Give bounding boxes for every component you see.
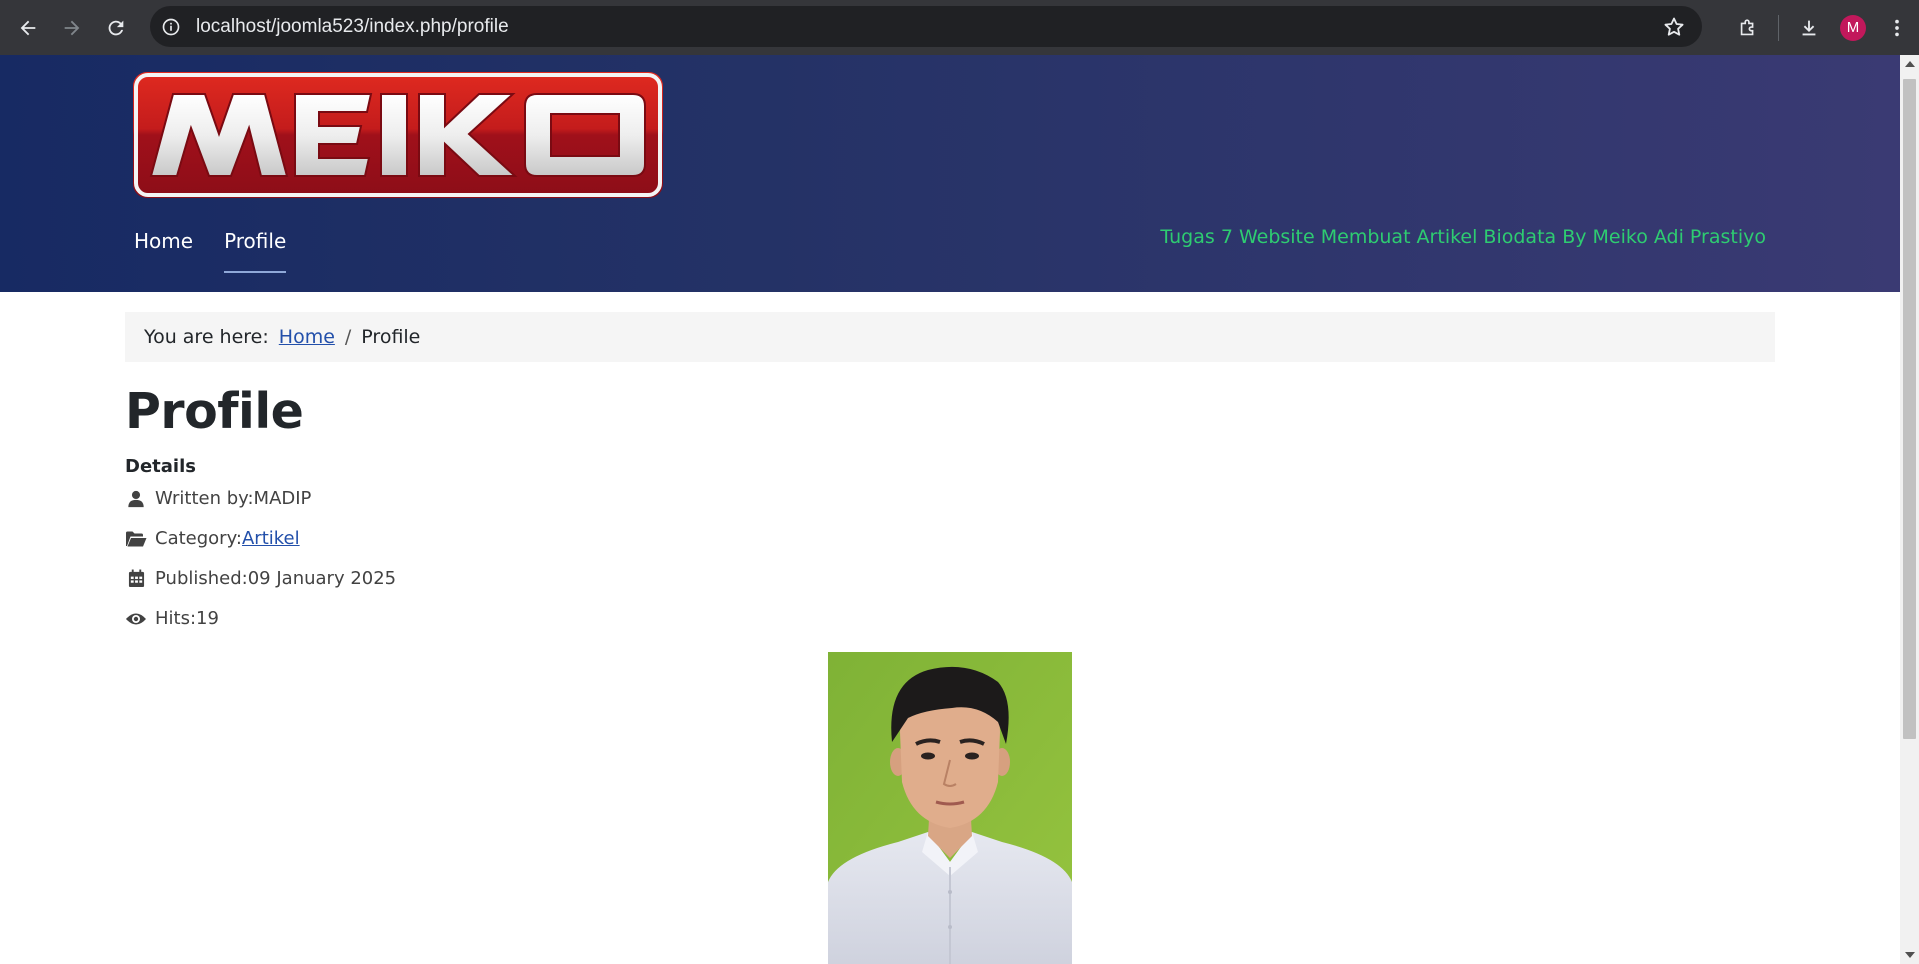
more-vertical-icon xyxy=(1895,19,1899,36)
meta-category: Category: Artikel xyxy=(125,528,300,549)
forward-button[interactable] xyxy=(50,6,94,50)
hits-label: Hits: xyxy=(155,608,197,629)
folder-open-icon xyxy=(125,529,147,549)
site-info-icon[interactable] xyxy=(160,16,182,38)
meta-published: Published: 09 January 2025 xyxy=(125,568,396,589)
site-logo[interactable] xyxy=(133,72,663,198)
written-by-label: Written by: xyxy=(155,488,254,509)
breadcrumb: You are here: Home / Profile xyxy=(125,312,1775,362)
category-link[interactable]: Artikel xyxy=(242,528,300,549)
breadcrumb-current: Profile xyxy=(361,326,421,348)
toolbar-divider xyxy=(1778,14,1779,41)
bookmark-star-icon[interactable] xyxy=(1662,15,1686,39)
author-name: MADIP xyxy=(253,488,312,509)
download-icon xyxy=(1802,20,1816,35)
hits-count: 19 xyxy=(196,608,219,629)
downloads-button[interactable] xyxy=(1787,6,1831,50)
page-scrollbar[interactable] xyxy=(1900,55,1919,964)
site-header: Home Profile Tugas 7 Website Membuat Art… xyxy=(0,55,1900,292)
user-icon xyxy=(125,489,147,509)
back-button[interactable] xyxy=(6,6,50,50)
profile-photo xyxy=(828,652,1072,964)
menu-button[interactable] xyxy=(1875,6,1919,50)
scroll-up-icon[interactable] xyxy=(1905,61,1915,67)
reload-button[interactable] xyxy=(94,6,138,50)
puzzle-icon xyxy=(1740,18,1754,35)
extensions-button[interactable] xyxy=(1726,6,1770,50)
site-tagline: Tugas 7 Website Membuat Artikel Biodata … xyxy=(1160,226,1766,248)
arrow-right-icon xyxy=(64,20,80,35)
nav-profile[interactable]: Profile xyxy=(224,229,287,273)
category-label: Category: xyxy=(155,528,242,549)
scroll-thumb[interactable] xyxy=(1903,79,1916,739)
breadcrumb-divider: / xyxy=(344,326,352,348)
eye-icon xyxy=(125,609,147,629)
page-title: Profile xyxy=(125,383,304,440)
meta-hits: Hits: 19 xyxy=(125,608,219,629)
profile-button[interactable]: M xyxy=(1831,6,1875,50)
arrow-left-icon xyxy=(20,20,36,35)
calendar-icon xyxy=(125,569,147,589)
details-heading: Details xyxy=(125,456,196,477)
address-bar[interactable]: localhost/joomla523/index.php/profile xyxy=(150,6,1702,47)
avatar: M xyxy=(1840,14,1866,41)
url-text[interactable]: localhost/joomla523/index.php/profile xyxy=(196,16,509,38)
main-nav: Home Profile xyxy=(134,229,287,273)
reload-icon xyxy=(108,20,124,35)
published-label: Published: xyxy=(155,568,248,589)
breadcrumb-home-link[interactable]: Home xyxy=(279,326,335,348)
nav-home[interactable]: Home xyxy=(134,229,193,273)
published-date: 09 January 2025 xyxy=(247,568,397,589)
breadcrumb-prefix: You are here: xyxy=(144,326,269,348)
browser-toolbar: localhost/joomla523/index.php/profile M xyxy=(0,0,1919,55)
meta-author: Written by: MADIP xyxy=(125,488,311,509)
scroll-down-icon[interactable] xyxy=(1905,952,1915,958)
